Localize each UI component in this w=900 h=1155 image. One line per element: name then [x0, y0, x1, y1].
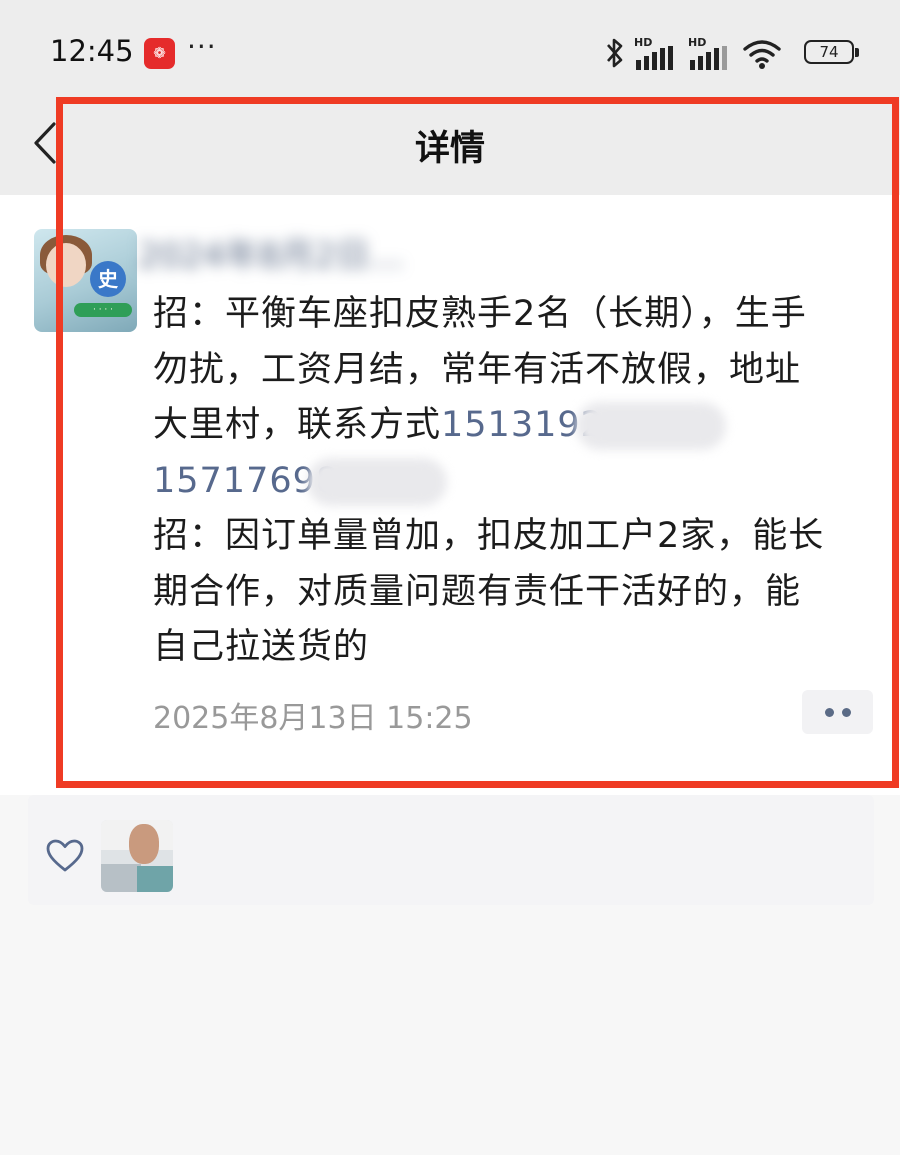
cellular-signal-2-icon: HD	[688, 36, 734, 70]
author-name-blurred[interactable]: 2024年8月2日…	[138, 228, 708, 276]
post-text-line: 期合作，对质量问题有责任干活好的，能	[153, 571, 802, 612]
author-avatar[interactable]: 史 · · · ·	[34, 229, 137, 332]
post-text-line: 勿扰，工资月结，常年有活不放假，地址	[153, 349, 802, 390]
avatar-history-badge: 史	[90, 261, 126, 297]
cellular-signal-1-icon: HD	[634, 36, 680, 70]
post-text-line: 招：平衡车座扣皮熟手2名（长期），生手	[153, 294, 807, 334]
more-dots-icon	[825, 708, 834, 717]
bluetooth-icon	[607, 38, 623, 68]
battery-indicator: 74	[804, 40, 859, 64]
post-text-line: 招：因订单量曾加，扣皮加工户2家，能长	[153, 516, 825, 556]
heart-outline-icon	[46, 839, 84, 872]
wifi-icon	[743, 40, 781, 69]
redacted-phone-patch	[307, 457, 448, 506]
nav-bar: 详情	[0, 100, 900, 195]
post-text-line: 大里村，联系方式1513192	[153, 398, 868, 454]
status-icons: HD HD 74	[604, 36, 859, 72]
post-text-line: 自己拉送货的	[153, 627, 370, 667]
post-text: 招：平衡车座扣皮熟手2名（长期），生手 勿扰，工资月结，常年有活不放假，地址 大…	[153, 287, 868, 676]
likes-panel	[28, 795, 874, 905]
notification-more-icon: ···	[187, 30, 217, 63]
status-time: 12:45	[50, 34, 134, 68]
page-title: 详情	[414, 129, 485, 169]
post-timestamp: 2025年8月13日 15:25	[153, 701, 473, 736]
pinduoduo-app-icon: ❁	[144, 38, 175, 69]
redacted-phone-patch	[575, 402, 726, 450]
status-bar: 12:45 ❁ ··· HD HD 74	[0, 0, 900, 100]
liker-avatar[interactable]	[101, 820, 173, 892]
post-text-line: 15717698	[153, 454, 868, 510]
more-actions-button[interactable]	[802, 690, 873, 734]
